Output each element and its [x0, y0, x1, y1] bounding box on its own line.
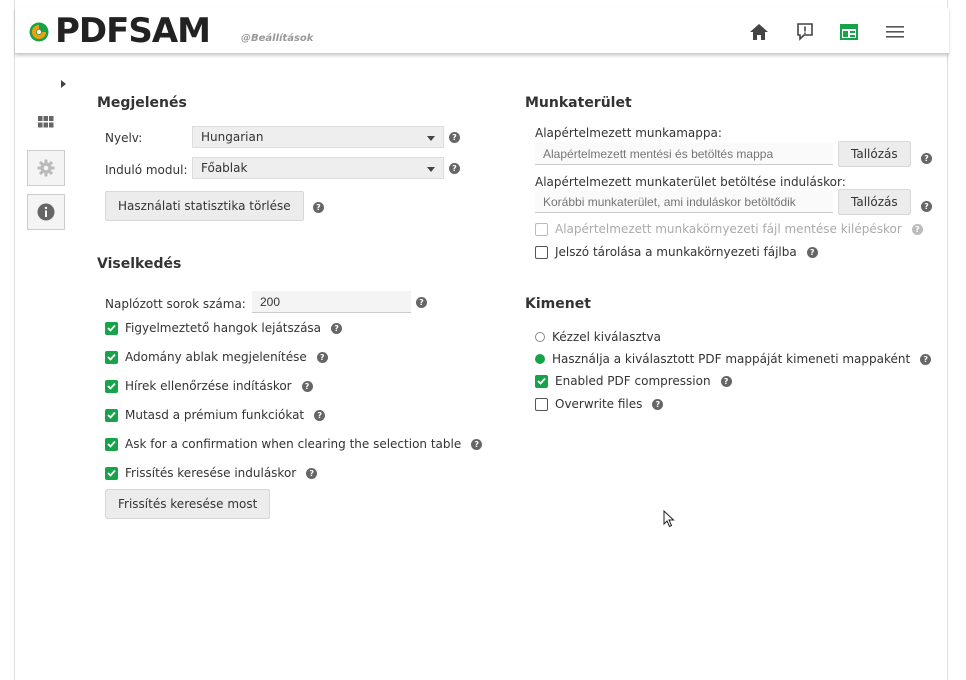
help-icon[interactable]: ? — [921, 201, 932, 212]
help-icon[interactable]: ? — [316, 351, 328, 363]
checkbox[interactable] — [535, 374, 548, 388]
output-section-title: Kimenet — [525, 296, 591, 312]
checkbox[interactable] — [105, 408, 118, 422]
browse-load-on-start-button[interactable]: Tallózás — [838, 189, 911, 215]
load-on-start-label: Alapértelmezett munkaterület betöltése i… — [535, 175, 846, 189]
checkbox[interactable] — [535, 245, 548, 259]
pdfsam-logo-icon — [29, 22, 49, 42]
help-icon[interactable]: ? — [921, 153, 932, 164]
settings-gear-icon — [37, 159, 55, 177]
sidebar-item-modules[interactable] — [27, 104, 65, 140]
startup-module-select-value: Főablak — [201, 161, 248, 175]
checkbox[interactable] — [105, 437, 118, 451]
checkbox[interactable] — [105, 321, 118, 335]
checkbox-label: Mutasd a prémium funkciókat — [125, 408, 305, 422]
startup-module-label: Induló modul: — [105, 163, 188, 177]
help-icon[interactable]: ? — [449, 132, 460, 143]
checkbox[interactable] — [105, 379, 118, 393]
option-overwrite-files[interactable]: Overwrite files ? — [535, 397, 664, 411]
language-select[interactable]: Hungarian — [192, 126, 444, 148]
home-button[interactable] — [747, 21, 771, 43]
log-rows-label: Naplózott sorok száma: — [105, 297, 246, 311]
default-dir-label: Alapértelmezett munkamappa: — [535, 126, 722, 140]
browse-default-dir-button[interactable]: Tallózás — [838, 141, 911, 167]
home-icon — [750, 24, 768, 40]
load-on-start-input[interactable] — [535, 191, 833, 213]
checkbox-label: Enabled PDF compression — [555, 374, 711, 388]
option-check-news[interactable]: Hírek ellenőrzése indításkor ? — [105, 379, 313, 393]
checkbox-label: Adomány ablak megjelenítése — [125, 350, 307, 364]
checkbox[interactable] — [535, 222, 548, 236]
option-manual-output[interactable]: Kézzel kiválasztva — [535, 330, 661, 344]
help-icon[interactable]: ? — [471, 438, 483, 450]
help-icon[interactable]: ? — [652, 398, 664, 410]
checkbox-label: Figyelmeztető hangok lejátszása — [125, 321, 322, 335]
option-donation-window[interactable]: Adomány ablak megjelenítése ? — [105, 350, 328, 364]
workspace-section-title: Munkaterület — [525, 95, 632, 111]
help-icon[interactable]: ? — [314, 409, 326, 421]
help-icon[interactable]: ? — [331, 322, 343, 334]
info-icon — [37, 203, 55, 221]
help-icon[interactable]: ? — [313, 202, 324, 213]
option-save-on-exit[interactable]: Alapértelmezett munkakörnyezeti fájl men… — [535, 222, 923, 236]
language-label: Nyelv: — [105, 131, 143, 145]
help-icon[interactable]: ? — [449, 163, 460, 174]
help-icon[interactable]: ? — [720, 375, 732, 387]
help-icon[interactable]: ? — [301, 380, 313, 392]
option-confirm-clear[interactable]: Ask for a confirmation when clearing the… — [105, 437, 483, 451]
checkbox[interactable] — [535, 397, 548, 411]
option-check-updates-startup[interactable]: Frissítés keresése induláskor ? — [105, 466, 318, 480]
checkbox-label: Ask for a confirmation when clearing the… — [125, 437, 462, 451]
behavior-section-title: Viselkedés — [97, 256, 182, 272]
modules-grid-icon — [38, 116, 54, 128]
feedback-button[interactable] — [793, 21, 817, 43]
appearance-section-title: Megjelenés — [97, 95, 187, 111]
checkbox[interactable] — [105, 466, 118, 480]
menu-icon — [886, 26, 904, 38]
startup-module-select[interactable]: Főablak — [192, 157, 444, 179]
sidebar-item-about[interactable] — [27, 194, 65, 230]
radio-button[interactable] — [535, 332, 545, 342]
radio-label: Kézzel kiválasztva — [552, 330, 661, 344]
news-icon — [840, 24, 858, 40]
check-updates-now-button[interactable]: Frissítés keresése most — [105, 489, 271, 519]
option-store-password[interactable]: Jelszó tárolása a munkakörnyezeti fájlba… — [535, 245, 818, 259]
help-icon[interactable]: ? — [806, 246, 818, 258]
checkbox[interactable] — [105, 350, 118, 364]
chevron-down-icon — [427, 167, 435, 172]
checkbox-label: Jelszó tárolása a munkakörnyezeti fájlba — [555, 245, 797, 259]
clear-stats-button[interactable]: Használati statisztika törlése — [105, 191, 304, 221]
language-select-value: Hungarian — [201, 130, 264, 144]
help-icon[interactable]: ? — [911, 223, 923, 235]
news-button[interactable] — [837, 21, 861, 43]
header-bar: PDFSAM @Beállítások — [15, 8, 949, 54]
option-use-pdf-dir[interactable]: Használja a kiválasztott PDF mappáját ki… — [535, 352, 932, 366]
sidebar-item-settings[interactable] — [27, 150, 65, 186]
app-window: PDFSAM @Beállítások Megjelenés Nyelv: Hu… — [14, 0, 949, 680]
expand-arrow-icon[interactable] — [61, 80, 66, 88]
option-pdf-compression[interactable]: Enabled PDF compression ? — [535, 374, 732, 388]
feedback-icon — [797, 23, 813, 41]
log-rows-input[interactable] — [252, 291, 411, 313]
help-icon[interactable]: ? — [416, 297, 427, 308]
checkbox-label: Hírek ellenőrzése indításkor — [125, 379, 292, 393]
main-menu-button[interactable] — [883, 21, 907, 43]
option-premium-features[interactable]: Mutasd a prémium funkciókat ? — [105, 408, 326, 422]
radio-button[interactable] — [535, 354, 545, 364]
help-icon[interactable]: ? — [920, 353, 932, 365]
chevron-down-icon — [427, 136, 435, 141]
checkbox-label: Overwrite files — [555, 397, 643, 411]
mouse-cursor-icon — [663, 510, 675, 528]
app-logo-text: PDFSAM — [55, 11, 211, 51]
default-dir-input[interactable] — [535, 143, 833, 165]
checkbox-label: Frissítés keresése induláskor — [125, 466, 297, 480]
radio-label: Használja a kiválasztott PDF mappáját ki… — [552, 352, 911, 366]
help-icon[interactable]: ? — [306, 467, 318, 479]
page-breadcrumb: @Beállítások — [241, 33, 314, 44]
checkbox-label: Alapértelmezett munkakörnyezeti fájl men… — [555, 222, 902, 236]
option-warning-sounds[interactable]: Figyelmeztető hangok lejátszása ? — [105, 321, 343, 335]
